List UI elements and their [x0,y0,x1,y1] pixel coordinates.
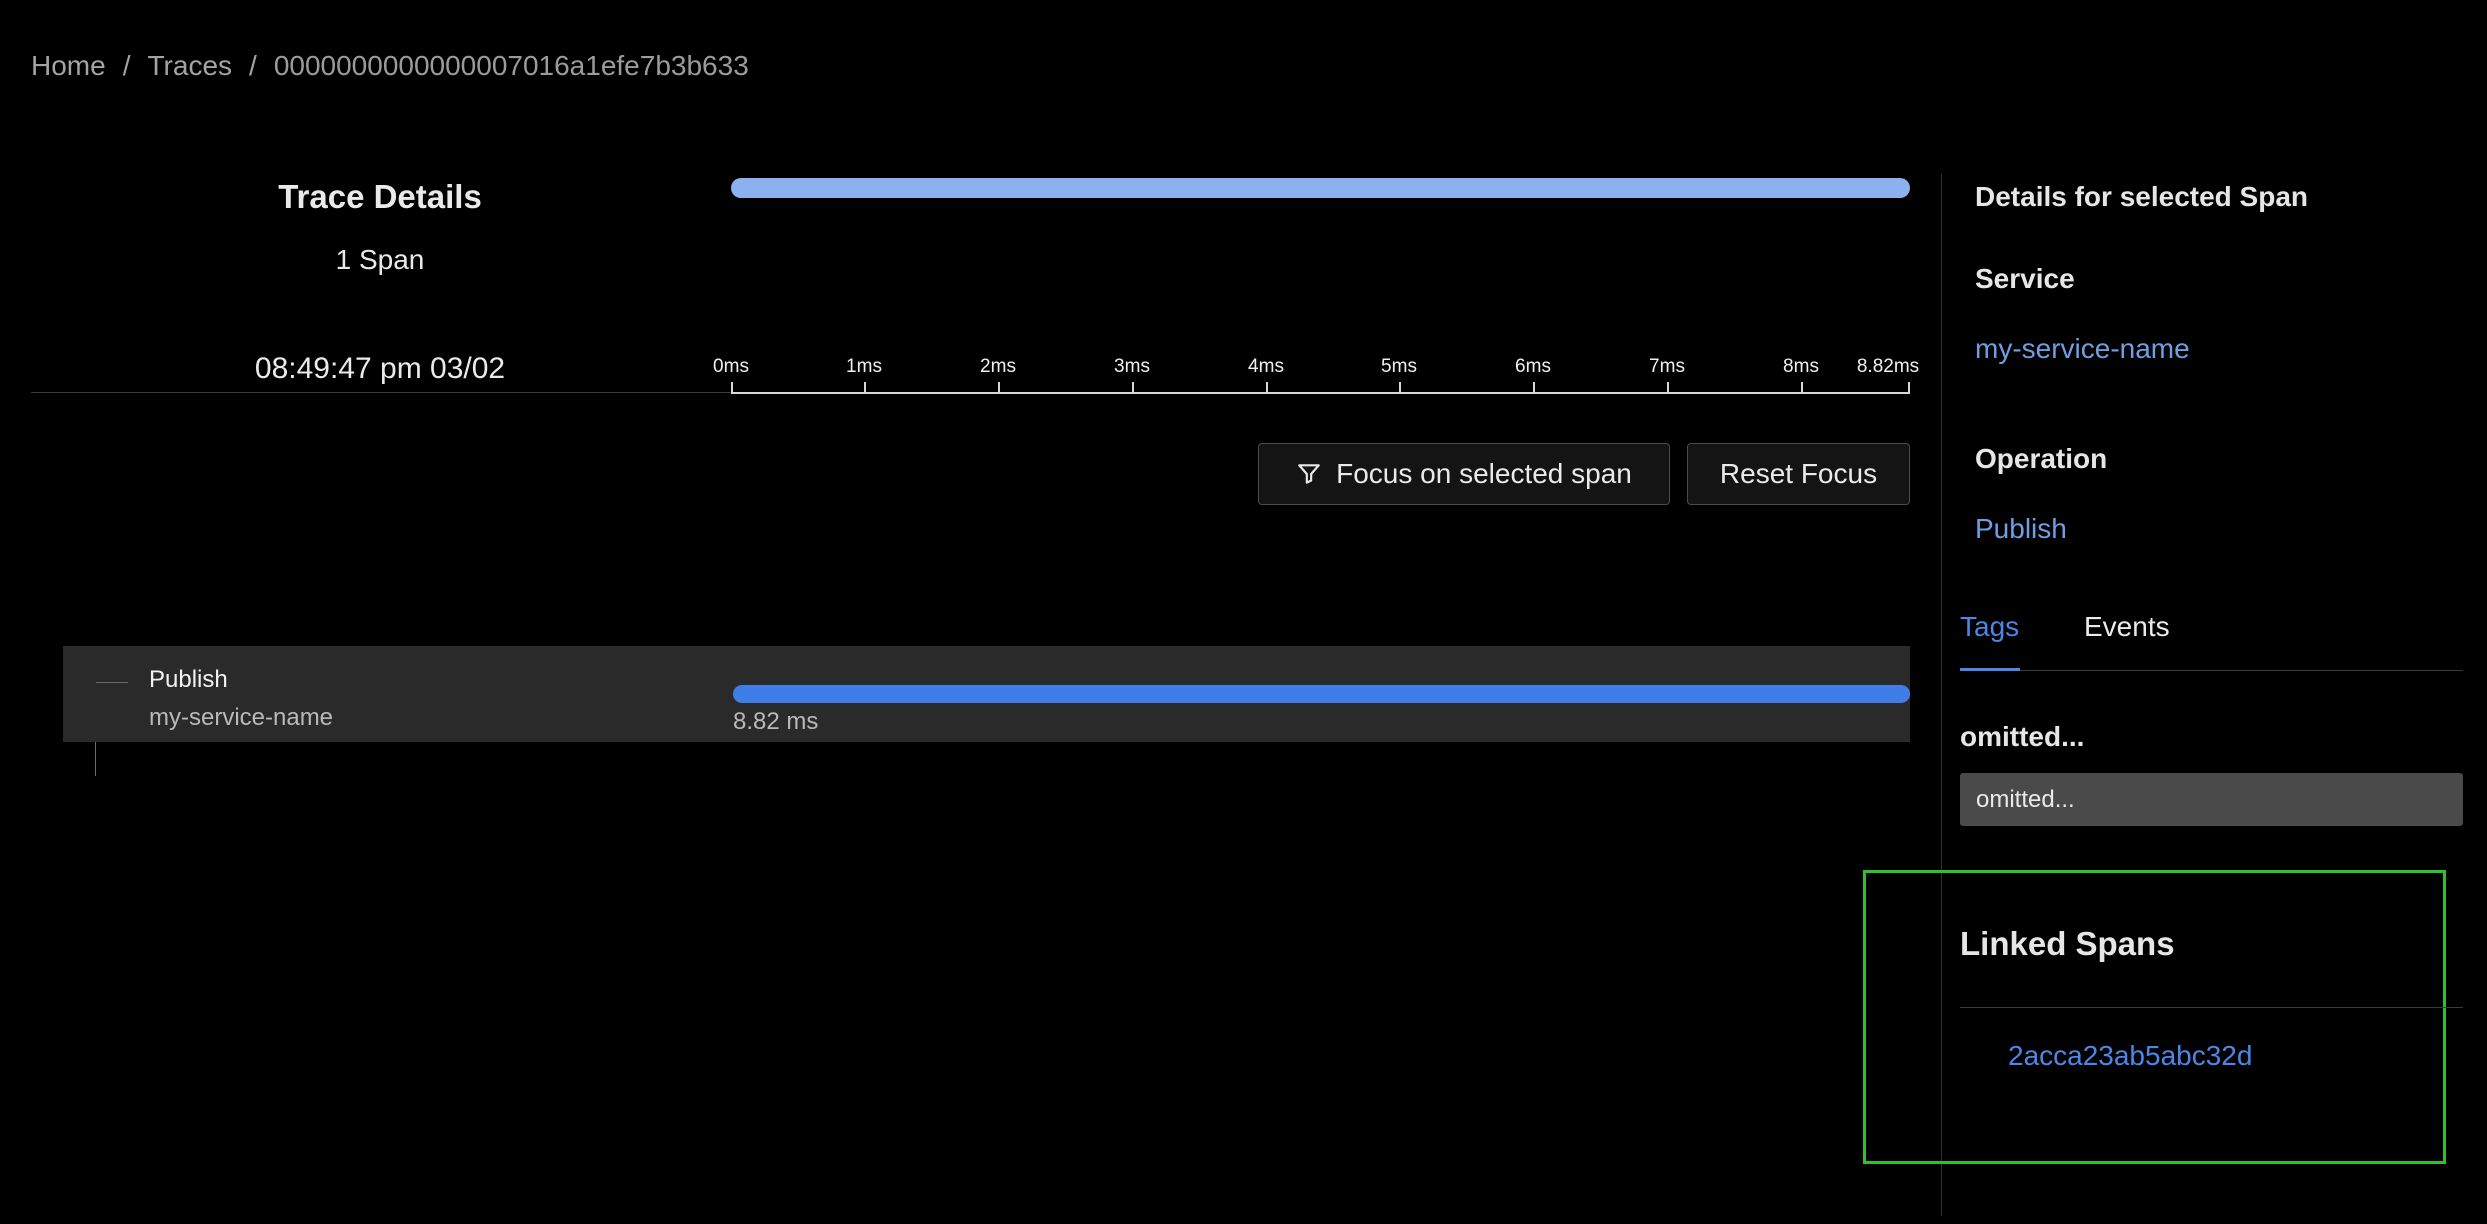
tick-label: 4ms [1248,356,1284,377]
details-panel-title: Details for selected Span [1975,181,2309,212]
tick-label: 8ms [1783,356,1819,377]
operation-label: Operation [1975,443,2108,474]
linked-spans-divider [1960,1007,2463,1008]
tick-label: 7ms [1649,356,1685,377]
breadcrumb-trace-id: 0000000000000007016a1efe7b3b633 [273,50,749,81]
focus-button-label: Focus on selected span [1336,458,1632,489]
filter-icon [1298,464,1320,484]
linked-spans-highlight [1863,870,2446,1164]
tick-label: 3ms [1114,356,1150,377]
breadcrumb-home-link[interactable]: Home [31,50,106,82]
span-duration-label: 8.82 ms [733,708,819,735]
header-divider [31,392,731,393]
tag-value: omitted... [1960,773,2463,826]
tick-label: 0ms [713,356,749,377]
tick-label: 8.82ms [1856,356,1920,377]
active-tab-indicator [1960,668,2020,671]
tick-label: 6ms [1515,356,1551,377]
tab-tags[interactable]: Tags [1960,611,2019,661]
service-value-link[interactable]: my-service-name [1975,333,2190,365]
ruler-baseline [731,392,1910,394]
span-operation-name: Publish [149,666,228,693]
breadcrumb-separator: / [122,50,131,81]
trace-details-title: Trace Details [278,178,482,215]
tabs-divider [1960,670,2463,671]
span-duration-bar[interactable] [733,685,1910,703]
service-label: Service [1975,263,2075,294]
tree-connector [96,682,128,683]
timeline-ruler: 0ms 1ms 2ms 3ms 4ms 5ms 6ms 7ms 8ms 8.82… [713,350,1919,394]
focus-on-selected-span-button[interactable]: Focus on selected span [1258,443,1670,505]
tick-label: 5ms [1381,356,1417,377]
tag-key: omitted... [1960,721,2085,752]
operation-value-link[interactable]: Publish [1975,513,2067,545]
reset-focus-button[interactable]: Reset Focus [1687,443,1910,505]
breadcrumb-traces-link[interactable]: Traces [147,50,232,82]
trace-overview-bar[interactable] [731,178,1910,198]
span-service-name: my-service-name [149,704,334,731]
breadcrumb-separator: / [249,50,257,81]
span-count: 1 Span [335,244,425,275]
linked-span-link[interactable]: 2acca23ab5abc32d [2008,1040,2252,1072]
trace-timestamp: 08:49:47 pm 03/02 [254,352,506,385]
tick-label: 1ms [846,356,882,377]
tick-label: 2ms [980,356,1016,377]
breadcrumb: Home / Traces / 0000000000000007016a1efe… [31,46,749,86]
tab-events[interactable]: Events [2084,611,2170,661]
linked-spans-title: Linked Spans [1960,925,2175,962]
